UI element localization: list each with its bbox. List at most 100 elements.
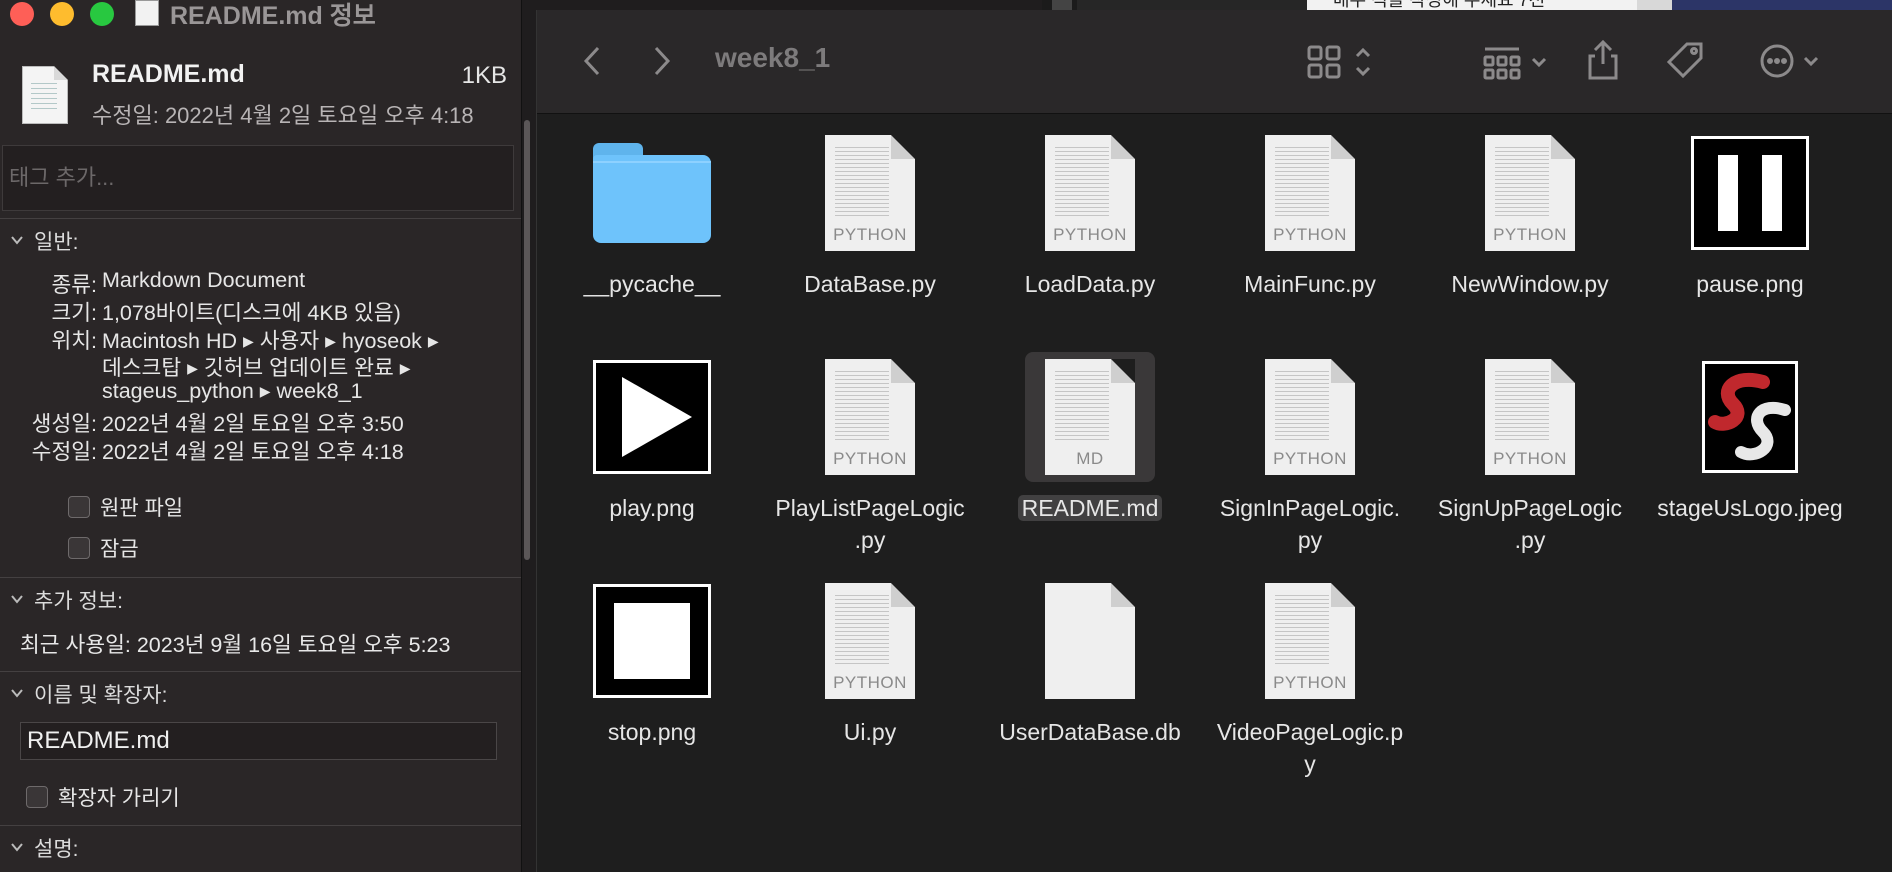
- file-icon-area[interactable]: PYTHON: [805, 352, 935, 482]
- forward-button[interactable]: [647, 44, 677, 78]
- tags-input[interactable]: [2, 145, 514, 211]
- info-scrollbar[interactable]: [524, 120, 530, 560]
- stationery-label: 원판 파일: [100, 497, 184, 520]
- file-label: UserDataBase.db: [984, 716, 1196, 748]
- zoom-button[interactable]: [90, 2, 114, 26]
- tags-button[interactable]: [1665, 40, 1707, 82]
- stationery-checkbox[interactable]: 원판 파일: [68, 492, 183, 522]
- file-label-text: DataBase.py: [804, 271, 936, 297]
- document-icon: PYTHON: [825, 359, 915, 475]
- modified-label: 수정일:: [31, 440, 97, 464]
- back-button[interactable]: [577, 44, 607, 78]
- file-label-text: SignInPageLogic. py: [1219, 495, 1401, 553]
- file-icon-area[interactable]: PYTHON: [1465, 352, 1595, 482]
- file-grid: __pycache__ PYTHON DataBase.py PYTHON LoadDa…: [537, 114, 1892, 872]
- file-icon-area[interactable]: PYTHON: [1245, 576, 1375, 706]
- file-item[interactable]: PYTHON SignUpPageLogic .py: [1424, 352, 1636, 553]
- file-item[interactable]: pause.png: [1644, 128, 1856, 328]
- chevron-left-icon: [583, 46, 600, 76]
- file-label-text: __pycache__: [583, 271, 721, 297]
- document-icon: PYTHON: [1485, 359, 1575, 475]
- file-label-text: SignUpPageLogic .py: [1437, 495, 1623, 553]
- checkbox-box[interactable]: [68, 496, 90, 518]
- file-item[interactable]: play.png: [546, 352, 758, 552]
- file-icon-area[interactable]: PYTHON: [1465, 128, 1595, 258]
- file-item[interactable]: stop.png: [546, 576, 758, 776]
- last-opened: 최근 사용일: 2023년 9월 16일 토요일 오후 5:23: [20, 633, 451, 657]
- document-icon: PYTHON: [825, 135, 915, 251]
- file-label: Ui.py: [764, 716, 976, 748]
- file-icon-area[interactable]: MD: [1025, 352, 1155, 482]
- size-label: 크기:: [51, 301, 97, 325]
- extension-badge: MD: [1076, 449, 1104, 468]
- file-label: play.png: [546, 492, 758, 524]
- file-item[interactable]: PYTHON VideoPageLogic.p y: [1204, 576, 1416, 777]
- file-item[interactable]: __pycache__: [546, 128, 758, 328]
- where-row-3: stageus_python ▸ week8_1: [0, 379, 480, 406]
- file-icon-area[interactable]: PYTHON: [805, 576, 935, 706]
- file-icon-area[interactable]: [1685, 352, 1815, 482]
- name-field[interactable]: [20, 722, 497, 760]
- file-label-text: PlayListPageLogic .py: [775, 495, 965, 553]
- share-button[interactable]: [1585, 38, 1621, 82]
- checkbox-box[interactable]: [26, 786, 48, 808]
- file-label: README.md: [984, 492, 1196, 524]
- file-item[interactable]: PYTHON DataBase.py: [764, 128, 976, 328]
- group-button[interactable]: [1483, 44, 1553, 80]
- file-icon-area[interactable]: [587, 576, 717, 706]
- file-item[interactable]: PYTHON PlayListPageLogic .py: [764, 352, 976, 553]
- document-icon: PYTHON: [1045, 135, 1135, 251]
- file-icon-area[interactable]: [1025, 576, 1155, 706]
- file-label: LoadData.py: [984, 268, 1196, 300]
- file-item[interactable]: PYTHON LoadData.py: [984, 128, 1196, 328]
- file-label-text: NewWindow.py: [1451, 271, 1609, 297]
- extension-badge: PYTHON: [833, 673, 907, 692]
- chevron-down-icon: [11, 843, 23, 852]
- kind-value: Markdown Document: [102, 268, 306, 292]
- view-icons-button[interactable]: [1307, 44, 1377, 80]
- file-item[interactable]: MD README.md: [984, 352, 1196, 552]
- background-tab: [1052, 0, 1072, 10]
- close-button[interactable]: [10, 2, 34, 26]
- chevron-down-icon: [11, 595, 23, 604]
- minimize-button[interactable]: [50, 2, 74, 26]
- file-icon-area[interactable]: PYTHON: [805, 128, 935, 258]
- file-icon-area[interactable]: [587, 128, 717, 258]
- checkbox-box[interactable]: [68, 537, 90, 559]
- file-icon-area[interactable]: PYTHON: [1025, 128, 1155, 258]
- section-comments[interactable]: 설명:: [10, 833, 78, 863]
- file-item[interactable]: UserDataBase.db: [984, 576, 1196, 776]
- document-icon: PYTHON: [825, 583, 915, 699]
- locked-label: 잠금: [100, 538, 139, 561]
- section-general[interactable]: 일반:: [10, 226, 78, 256]
- file-icon-area[interactable]: PYTHON: [1245, 128, 1375, 258]
- file-item[interactable]: PYTHON Ui.py: [764, 576, 976, 776]
- locked-checkbox[interactable]: 잠금: [68, 533, 139, 563]
- file-label-text: stop.png: [607, 719, 697, 745]
- section-name-ext-label: 이름 및 확장자:: [34, 684, 168, 707]
- file-icon-area[interactable]: PYTHON: [1245, 352, 1375, 482]
- hide-extension-checkbox[interactable]: 확장자 가리기: [26, 782, 180, 812]
- file-name: README.md: [92, 60, 245, 88]
- where-line-3: stageus_python ▸ week8_1: [102, 379, 363, 403]
- action-button[interactable]: [1759, 42, 1829, 80]
- finder-toolbar: week8_1: [537, 10, 1892, 114]
- file-label: stageUsLogo.jpeg: [1644, 492, 1856, 524]
- divider: [0, 825, 521, 826]
- file-label: pause.png: [1644, 268, 1856, 300]
- section-name-ext[interactable]: 이름 및 확장자:: [10, 679, 167, 709]
- file-item[interactable]: stageUsLogo.jpeg: [1644, 352, 1856, 552]
- info-window: README.md 정보 README.md 1KB 수정일: 2022년 4월…: [0, 0, 522, 872]
- file-item[interactable]: PYTHON SignInPageLogic. py: [1204, 352, 1416, 553]
- extension-badge: PYTHON: [1493, 449, 1567, 468]
- file-item[interactable]: PYTHON MainFunc.py: [1204, 128, 1416, 328]
- section-more-info[interactable]: 추가 정보:: [10, 585, 123, 615]
- kind-row: 종류: Markdown Document: [0, 268, 480, 297]
- file-label-text: README.md: [1017, 495, 1163, 521]
- where-line-2: 데스크탑 ▸ 깃허브 업데이트 완료 ▸: [102, 356, 411, 380]
- file-icon-area[interactable]: [1685, 128, 1815, 258]
- file-item[interactable]: PYTHON NewWindow.py: [1424, 128, 1636, 328]
- file-label-text: Ui.py: [843, 719, 897, 745]
- section-general-label: 일반:: [34, 231, 79, 254]
- file-icon-area[interactable]: [587, 352, 717, 482]
